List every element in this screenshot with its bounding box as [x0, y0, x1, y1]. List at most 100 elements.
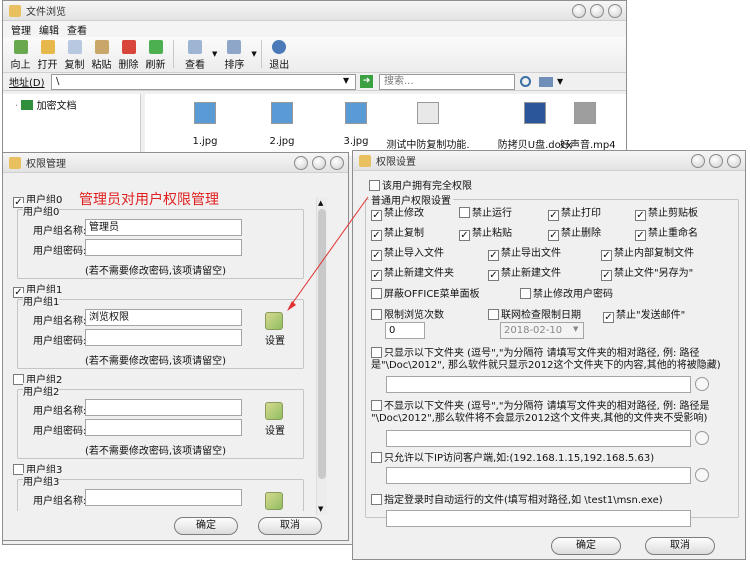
group-2-setting-button[interactable]: 设置 [265, 422, 285, 437]
group-0-name-label: 用户组名称: [33, 226, 87, 237]
file-item[interactable]: 好声音.mp4 [560, 102, 616, 151]
perm-option-checkbox[interactable]: ✓ 禁止导出文件 [488, 244, 561, 261]
perm-option-checkbox[interactable]: ✓ 禁止粘贴 [459, 224, 512, 241]
send-mail-checkbox[interactable]: ✓ 禁止"发送邮件" [603, 306, 685, 323]
ip-input[interactable] [386, 467, 691, 484]
minimize-button[interactable] [691, 154, 705, 168]
perm-option-checkbox[interactable]: ✓ 禁止修改 [371, 204, 424, 221]
autorun-checkbox[interactable]: 指定登录时自动运行的文件(填写相对路径,如 \test1\msn.exe) [371, 491, 663, 506]
group-3-name-label: 用户组名称: [33, 496, 87, 507]
settings-icon[interactable] [265, 312, 283, 330]
close-button[interactable] [330, 156, 344, 170]
perm-set-cancel-button[interactable]: 取消 [645, 537, 715, 555]
menu-manage[interactable]: 管理 [11, 22, 31, 37]
group-2-password-input[interactable] [85, 419, 242, 436]
perm-option-checkbox[interactable]: ✓ 禁止文件"另存为" [601, 264, 693, 281]
go-icon[interactable]: ➜ [360, 75, 373, 88]
file-item[interactable]: 3.jpg [331, 102, 381, 147]
minimize-button[interactable] [572, 4, 586, 18]
menu-view[interactable]: 查看 [67, 22, 87, 37]
no-show-checkbox[interactable]: 不显示以下文件夹 (逗号","为分隔符 请填写文件夹的相对路径, 例: 路径是 … [371, 400, 731, 425]
view-button[interactable]: 查看 [178, 40, 212, 71]
date-picker[interactable]: 2018-02-10 [500, 322, 584, 339]
search-input[interactable]: 搜索... [379, 74, 515, 90]
group-0-password-input[interactable] [85, 239, 242, 256]
date-dropdown-icon[interactable]: ▼ [573, 325, 578, 333]
address-input[interactable]: \ [51, 74, 356, 90]
group-2-note: (若不需要修改密码,该项请留空) [85, 446, 226, 457]
sort-button[interactable]: 排序 [217, 40, 251, 71]
up-button[interactable]: 向上 [7, 40, 34, 71]
perm-option-checkbox[interactable]: ✓ 禁止新建文件夹 [371, 264, 454, 281]
scrollbar[interactable]: ▲ ▼ [316, 197, 327, 515]
modify-password-checkbox[interactable]: 禁止修改用户密码 [520, 285, 613, 300]
file-item[interactable]: 1.jpg [180, 102, 230, 147]
exit-button[interactable]: 退出 [266, 40, 293, 71]
folder-tree: · 加密文档 [3, 94, 141, 156]
dropdown-icon[interactable]: ▼ [343, 76, 349, 85]
perm-option-checkbox[interactable]: ✓ 禁止新建文件 [488, 264, 561, 281]
limit-browse-checkbox[interactable]: 限制浏览次数 [371, 306, 444, 321]
only-show-input[interactable] [386, 376, 691, 393]
group-1-setting-button[interactable]: 设置 [265, 332, 285, 347]
close-button[interactable] [727, 154, 741, 168]
scrollbar-thumb[interactable] [318, 209, 326, 479]
perm-option-checkbox[interactable]: ✓ 禁止导入文件 [371, 244, 444, 261]
perm-set-ok-button[interactable]: 确定 [551, 537, 621, 555]
view-mode-icon[interactable] [539, 77, 553, 87]
delete-button[interactable]: 删除 [115, 40, 142, 71]
copy-button[interactable]: 复制 [61, 40, 88, 71]
group-1-frame-title: 用户组1 [23, 293, 60, 308]
document-icon [417, 102, 439, 124]
autorun-input[interactable] [386, 510, 691, 527]
close-button[interactable] [608, 4, 622, 18]
paste-icon [94, 40, 109, 54]
group-1-password-input[interactable] [85, 329, 242, 346]
only-show-browse-button[interactable] [695, 377, 709, 391]
no-show-input[interactable] [386, 430, 691, 447]
only-show-checkbox[interactable]: 只显示以下文件夹 (逗号","为分隔符 请填写文件夹的相对路径, 例: 路径是"… [371, 347, 731, 372]
file-item[interactable]: 2.jpg [257, 102, 307, 147]
group-1-name-input[interactable]: 浏览权限 [85, 309, 242, 326]
full-permission-checkbox[interactable]: 该用户拥有完全权限 [369, 177, 472, 192]
folder-open-icon [40, 40, 55, 54]
group-1-password-label: 用户组密码: [33, 336, 87, 347]
ip-only-checkbox[interactable]: 只允许以下IP访问客户端,如:(192.168.1.15,192.168.5.6… [371, 449, 654, 464]
perm-mgmt-cancel-button[interactable]: 取消 [258, 517, 322, 535]
net-date-checkbox[interactable]: 联网检查限制日期 [488, 306, 581, 321]
paste-button[interactable]: 粘贴 [88, 40, 115, 71]
perm-option-checkbox[interactable]: ✓ 禁止内部复制文件 [601, 244, 694, 261]
perm-option-checkbox[interactable]: ✓ 禁止剪贴板 [635, 204, 698, 221]
group-0-name-input[interactable]: 管理员 [85, 219, 242, 236]
perm-mgmt-ok-button[interactable]: 确定 [174, 517, 238, 535]
maximize-button[interactable] [312, 156, 326, 170]
no-show-browse-button[interactable] [695, 431, 709, 445]
maximize-button[interactable] [590, 4, 604, 18]
view-mode-dropdown-icon[interactable]: ▼ [557, 77, 563, 86]
perm-option-checkbox[interactable]: ✓ 禁止复制 [371, 224, 424, 241]
group-2-name-input[interactable] [85, 399, 242, 416]
search-icon[interactable] [520, 76, 531, 87]
permission-management-window: 权限管理 管理员对用户权限管理 ✓ 用户组0 用户组0 用户组名称: 管理员 用户组密码:… [2, 152, 349, 541]
perm-option-checkbox[interactable]: 禁止运行 [459, 204, 512, 219]
office-menu-checkbox[interactable]: 屏蔽OFFICE菜单面板 [371, 285, 480, 300]
file-name: 好声音.mp4 [560, 140, 616, 151]
browse-count-input[interactable]: 0 [385, 322, 425, 339]
refresh-button[interactable]: 刷新 [142, 40, 169, 71]
menu-edit[interactable]: 编辑 [39, 22, 59, 37]
image-icon [271, 102, 293, 124]
maximize-button[interactable] [709, 154, 723, 168]
file-item[interactable]: 测试中防复制功能. [383, 102, 473, 151]
group-3-frame-title: 用户组3 [23, 473, 60, 488]
minimize-button[interactable] [294, 156, 308, 170]
perm-option-checkbox[interactable]: ✓ 禁止删除 [548, 224, 601, 241]
open-button[interactable]: 打开 [34, 40, 61, 71]
perm-option-checkbox[interactable]: ✓ 禁止重命名 [635, 224, 698, 241]
group-3-name-input[interactable] [85, 489, 242, 506]
settings-icon[interactable] [265, 492, 283, 510]
perm-set-titlebar: 权限设置 [353, 151, 745, 171]
settings-icon[interactable] [265, 402, 283, 420]
perm-option-checkbox[interactable]: ✓ 禁止打印 [548, 204, 601, 221]
tree-item-encrypted-docs[interactable]: · 加密文档 [15, 97, 77, 112]
ip-browse-button[interactable] [695, 468, 709, 482]
